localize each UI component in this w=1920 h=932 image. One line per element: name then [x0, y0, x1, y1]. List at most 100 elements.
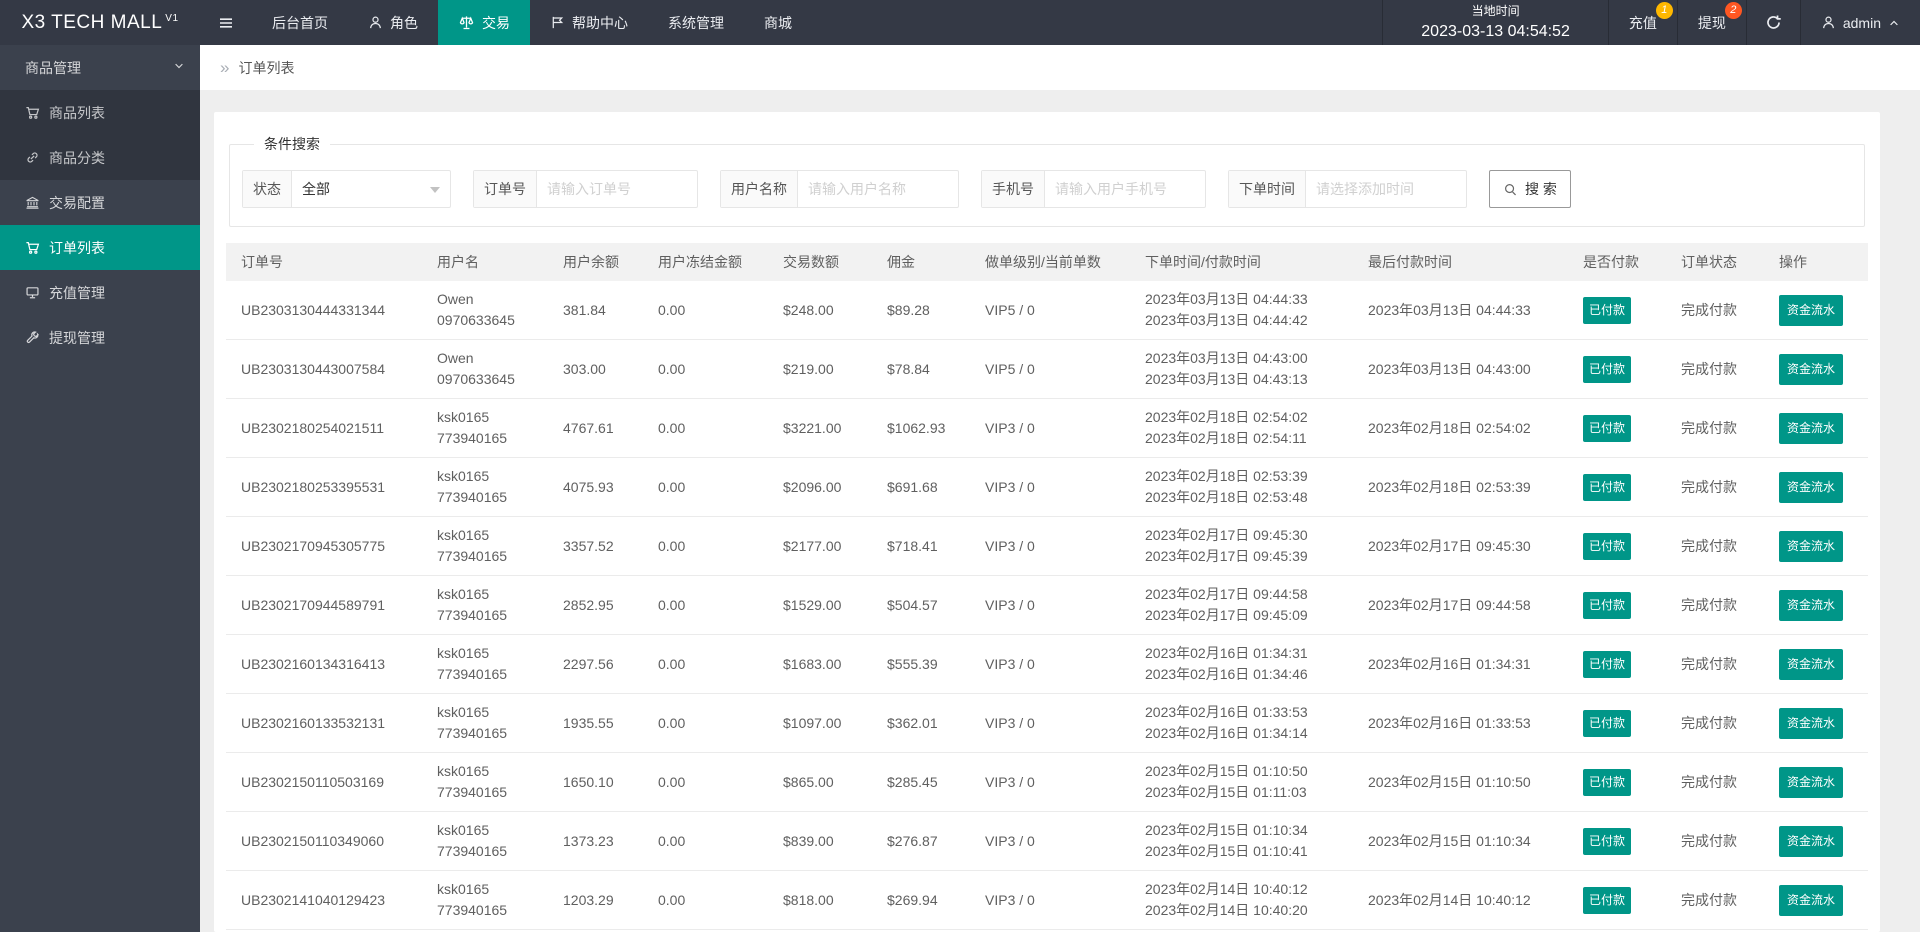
- sidebar-item-product-category[interactable]: 商品分类: [0, 135, 200, 180]
- username-label: 用户名称: [721, 171, 798, 207]
- order-no-cell: UB2302150110349060: [226, 811, 422, 871]
- frozen-cell: 0.00: [643, 752, 768, 812]
- sidebar-item-withdraw-management[interactable]: 提现管理: [0, 315, 200, 360]
- paid-cell: 已付款: [1568, 281, 1666, 340]
- trade-amount-cell: $2096.00: [768, 457, 872, 517]
- sidebar-group-product-management[interactable]: 商品管理: [0, 45, 200, 90]
- search-button[interactable]: 搜 索: [1489, 170, 1571, 208]
- nav-item-trade[interactable]: 交易: [438, 0, 530, 45]
- paid-badge: 已付款: [1583, 296, 1632, 324]
- user-account-text: 773940165: [437, 843, 508, 859]
- navbar-right: 当地时间 2023-03-13 04:54:52 充值 1 提现 2 admin: [1382, 0, 1920, 45]
- nav-item-home[interactable]: 后台首页: [252, 0, 348, 45]
- fund-flow-button[interactable]: 资金流水: [1779, 530, 1844, 562]
- sidebar-item-recharge-management[interactable]: 充值管理: [0, 270, 200, 315]
- order-status-cell: 完成付款: [1666, 398, 1764, 458]
- user-account-text: 773940165: [437, 725, 508, 741]
- user-menu[interactable]: admin: [1799, 0, 1920, 45]
- order-time-input[interactable]: [1306, 171, 1466, 207]
- level-cell: VIP3 / 0: [970, 457, 1130, 517]
- flag-icon: [550, 15, 565, 30]
- fund-flow-button[interactable]: 资金流水: [1779, 471, 1844, 503]
- fund-flow-button[interactable]: 资金流水: [1779, 294, 1844, 326]
- fund-flow-button[interactable]: 资金流水: [1779, 412, 1844, 444]
- paid-badge: 已付款: [1583, 768, 1632, 796]
- status-group: 状态 全部: [242, 170, 451, 208]
- sidebar-item-order-list[interactable]: 订单列表: [0, 225, 200, 270]
- trade-amount-cell: $248.00: [768, 281, 872, 340]
- commission-cell: $362.01: [872, 693, 970, 753]
- order-status-cell: 完成付款: [1666, 457, 1764, 517]
- pay-time-text: 2023年02月15日 01:10:41: [1145, 843, 1308, 859]
- withdraw-link[interactable]: 提现 2: [1676, 0, 1746, 45]
- order-time-text: 2023年02月18日 02:53:39: [1145, 468, 1308, 484]
- fund-flow-button[interactable]: 资金流水: [1779, 884, 1844, 916]
- nav-item-role[interactable]: 角色: [348, 0, 438, 45]
- double-chevron-icon: »: [220, 57, 230, 77]
- order-no-cell: UB2302180254021511: [226, 398, 422, 458]
- paid-cell: 已付款: [1568, 634, 1666, 694]
- commission-cell: $504.57: [872, 575, 970, 635]
- commission-cell: $285.45: [872, 752, 970, 812]
- user-name-text: Owen: [437, 291, 474, 307]
- refresh-button[interactable]: [1745, 0, 1800, 45]
- recharge-link[interactable]: 充值 1: [1607, 0, 1677, 45]
- balance-cell: 3357.52: [548, 516, 643, 576]
- fund-flow-button[interactable]: 资金流水: [1779, 648, 1844, 680]
- pay-time-text: 2023年03月13日 04:43:13: [1145, 371, 1308, 387]
- col-paid: 是否付款: [1568, 243, 1666, 281]
- fund-flow-button[interactable]: 资金流水: [1779, 825, 1844, 857]
- fund-flow-button[interactable]: 资金流水: [1779, 707, 1844, 739]
- order-status-cell: 完成付款: [1666, 811, 1764, 871]
- phone-group: 手机号: [981, 170, 1206, 208]
- status-select[interactable]: 全部: [292, 171, 450, 207]
- table-row: UB2302150110349060 ksk0165 773940165 137…: [226, 811, 1868, 871]
- frozen-cell: 0.00: [643, 457, 768, 517]
- sidebar-item-product-list[interactable]: 商品列表: [0, 90, 200, 135]
- nav-item-system[interactable]: 系统管理: [648, 0, 744, 45]
- fund-flow-button[interactable]: 资金流水: [1779, 589, 1844, 621]
- user-account-text: 773940165: [437, 607, 508, 623]
- level-cell: VIP5 / 0: [970, 281, 1130, 340]
- refresh-icon: [1765, 14, 1782, 31]
- search-icon: [1503, 182, 1518, 197]
- order-status-cell: 完成付款: [1666, 693, 1764, 753]
- order-no-input[interactable]: [537, 171, 697, 207]
- trade-amount-cell: $2177.00: [768, 516, 872, 576]
- order-pay-time-cell: 2023年02月18日 02:54:02 2023年02月18日 02:54:1…: [1130, 398, 1353, 458]
- sidebar-item-trade-config[interactable]: 交易配置: [0, 180, 200, 225]
- sidebar-toggle-button[interactable]: [200, 0, 252, 45]
- paid-cell: 已付款: [1568, 870, 1666, 930]
- nav-item-help[interactable]: 帮助中心: [530, 0, 648, 45]
- action-cell: 资金流水: [1764, 870, 1868, 930]
- user-cell: ksk0165 773940165: [422, 575, 548, 635]
- order-pay-time-cell: 2023年02月15日 01:10:50 2023年02月15日 01:11:0…: [1130, 752, 1353, 812]
- user-name-text: ksk0165: [437, 881, 490, 897]
- trade-amount-cell: $219.00: [768, 339, 872, 399]
- last-pay-time-cell: 2023年02月16日 01:34:31: [1353, 634, 1568, 694]
- pay-time-text: 2023年03月13日 04:44:42: [1145, 312, 1308, 328]
- status-label: 状态: [243, 171, 292, 207]
- user-account-text: 773940165: [437, 489, 508, 505]
- col-commission: 佣金: [872, 243, 970, 281]
- fund-flow-button[interactable]: 资金流水: [1779, 766, 1844, 798]
- nav-item-mall[interactable]: 商城: [744, 0, 812, 45]
- last-pay-time-cell: 2023年03月13日 04:44:33: [1353, 281, 1568, 340]
- col-action: 操作: [1764, 243, 1868, 281]
- table-row: UB2302141040129423 ksk0165 773940165 120…: [226, 870, 1868, 930]
- balance-cell: 303.00: [548, 339, 643, 399]
- phone-input[interactable]: [1045, 171, 1205, 207]
- order-status-cell: 完成付款: [1666, 281, 1764, 340]
- main-menu: 后台首页 角色 交易 帮助中心 系统管理 商城: [200, 0, 1382, 45]
- frozen-cell: 0.00: [643, 811, 768, 871]
- username-input[interactable]: [798, 171, 958, 207]
- user-name-text: ksk0165: [437, 468, 490, 484]
- order-list-card: 条件搜索 状态 全部 订单号 请输入订单号 用户名称 请输入用户名称 手机号 请…: [214, 112, 1880, 932]
- fund-flow-button[interactable]: 资金流水: [1779, 353, 1844, 385]
- user-name-text: Owen: [437, 350, 474, 366]
- order-time-label: 下单时间: [1229, 171, 1306, 207]
- user-name-text: ksk0165: [437, 586, 490, 602]
- table-header-row: 订单号 用户名 用户余额 用户冻结金额 交易数额 佣金 做单级别/当前单数 下单…: [226, 243, 1868, 281]
- user-cell: Owen 0970633645: [422, 281, 548, 340]
- order-pay-time-cell: 2023年02月14日 10:40:12 2023年02月14日 10:40:2…: [1130, 870, 1353, 930]
